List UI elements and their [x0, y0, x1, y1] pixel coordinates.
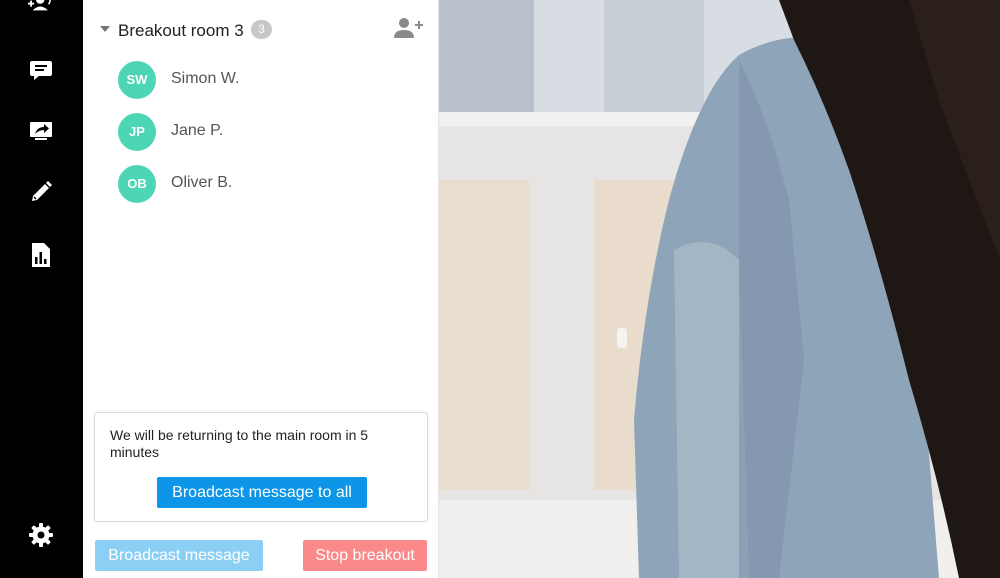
add-participant-icon[interactable] — [393, 16, 425, 42]
participants-voice-icon[interactable] — [28, 0, 54, 18]
video-frame-image — [439, 0, 1000, 578]
avatar: JP — [118, 113, 156, 151]
chat-icon[interactable] — [28, 57, 54, 83]
broadcast-message-button[interactable]: Broadcast message — [95, 540, 263, 571]
pencil-icon[interactable] — [28, 179, 54, 205]
broadcast-notice-card: We will be returning to the main room in… — [94, 412, 428, 522]
participant-name: Simon W. — [171, 70, 240, 87]
participant-name: Oliver B. — [171, 174, 233, 191]
collapse-caret-icon[interactable] — [100, 26, 110, 32]
participant-list: SW Simon W. JP Jane P. OB Oliver B. — [117, 60, 417, 216]
report-icon[interactable] — [28, 242, 54, 268]
list-item[interactable]: OB Oliver B. — [117, 164, 417, 216]
breakout-panel: Breakout room 3 3 SW Simon W. JP Jane P.… — [83, 0, 439, 578]
room-title: Breakout room 3 — [118, 21, 244, 40]
avatar: OB — [118, 165, 156, 203]
notice-message: We will be returning to the main room in… — [110, 427, 369, 460]
stop-breakout-button[interactable]: Stop breakout — [303, 540, 427, 571]
screen-share-icon[interactable] — [28, 118, 54, 144]
video-feed — [439, 0, 1000, 578]
settings-gear-icon[interactable] — [28, 522, 54, 548]
list-item[interactable]: SW Simon W. — [117, 60, 417, 112]
participant-name: Jane P. — [171, 122, 224, 139]
nav-rail — [0, 0, 83, 578]
avatar: SW — [118, 61, 156, 99]
broadcast-to-all-button[interactable]: Broadcast message to all — [157, 477, 367, 508]
room-header: Breakout room 3 3 — [83, 12, 439, 48]
participant-count-badge: 3 — [251, 20, 272, 39]
list-item[interactable]: JP Jane P. — [117, 112, 417, 164]
